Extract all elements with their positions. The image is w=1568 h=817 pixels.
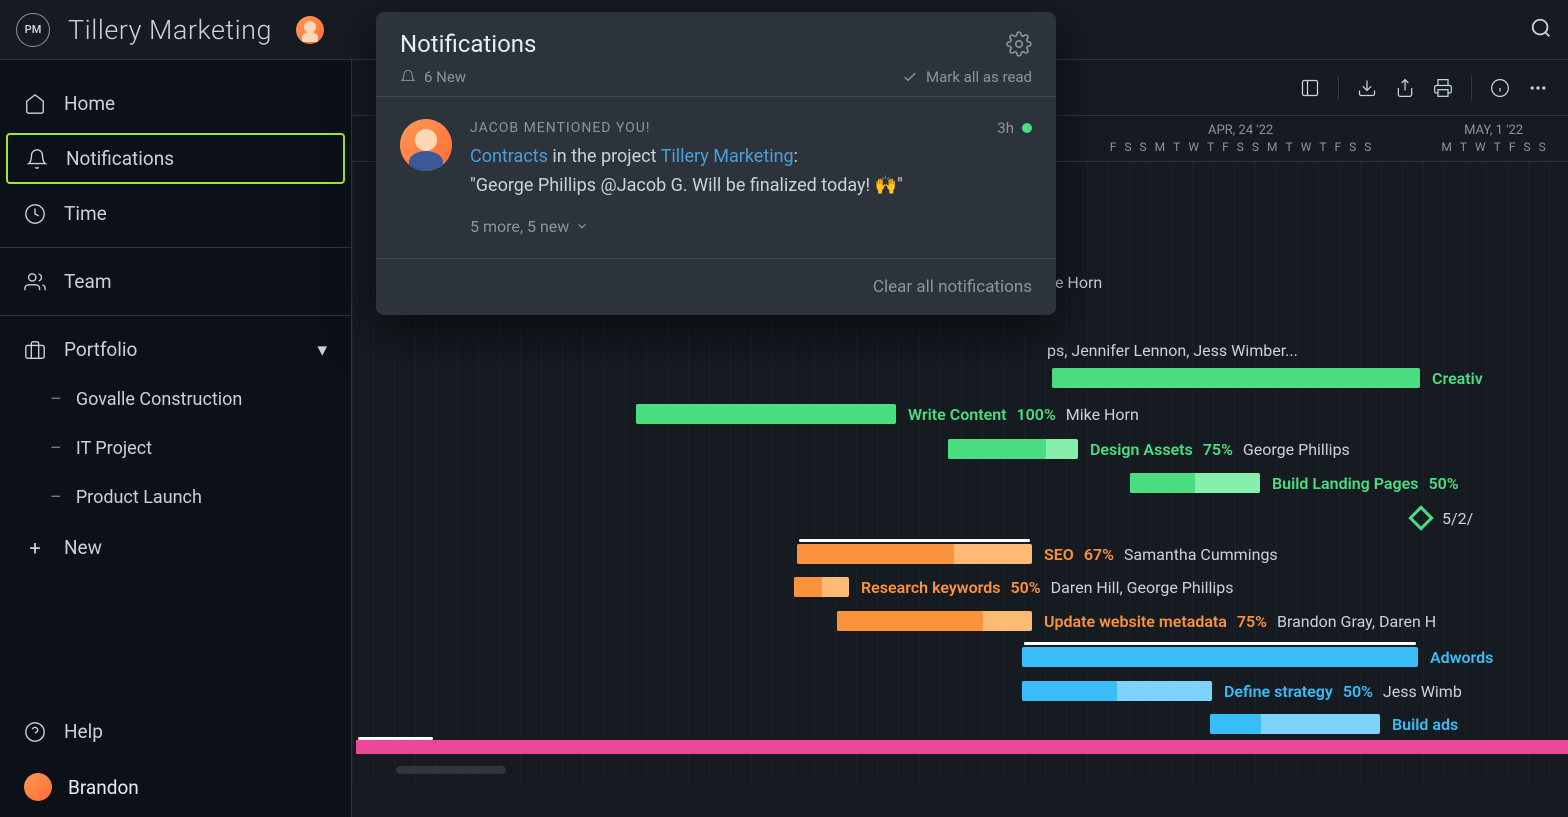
sidebar-item-home[interactable]: Home (0, 78, 351, 129)
layout-icon[interactable] (1300, 78, 1320, 98)
download-icon[interactable] (1357, 78, 1377, 98)
portfolio-child-it[interactable]: – IT Project (0, 424, 351, 473)
milestone-icon[interactable] (1408, 505, 1433, 530)
unread-dot-icon (1022, 123, 1032, 133)
gantt-bar[interactable] (797, 544, 1032, 564)
home-icon (24, 93, 46, 115)
user-avatar (24, 773, 52, 801)
sidebar-label: Team (64, 270, 112, 293)
gantt-bar[interactable] (837, 611, 1032, 631)
child-label: IT Project (76, 438, 152, 459)
child-label: Product Launch (76, 487, 202, 508)
briefcase-icon (24, 339, 46, 361)
day-row: MTWTFSS (1441, 140, 1545, 154)
date-group-may: MAY, 1 '22 MTWTFSS (1419, 116, 1568, 161)
info-icon[interactable] (1490, 78, 1510, 98)
gantt-bar[interactable] (948, 439, 1078, 459)
divider (1338, 76, 1339, 100)
notif-link-project[interactable]: Tillery Marketing (661, 146, 794, 167)
clock-icon (24, 203, 46, 225)
child-label: Govalle Construction (76, 389, 243, 410)
tree-marker: – (50, 438, 62, 459)
sidebar-new-button[interactable]: + New (0, 522, 351, 573)
notifications-title: Notifications (400, 30, 536, 58)
gantt-bar[interactable] (1052, 368, 1420, 388)
gear-icon[interactable] (1006, 31, 1032, 57)
user-name: Brandon (68, 776, 139, 799)
share-icon[interactable] (1395, 78, 1415, 98)
portfolio-label: Portfolio (64, 338, 137, 361)
summary-bar[interactable] (356, 740, 1568, 754)
sidebar-label: Home (64, 92, 115, 115)
gantt-bar[interactable] (794, 577, 849, 597)
notif-message: Contracts in the project Tillery Marketi… (470, 143, 1032, 201)
people-icon (24, 271, 46, 293)
tree-marker: – (50, 487, 62, 508)
help-label: Help (64, 720, 103, 743)
chevron-down-icon: ▾ (317, 338, 327, 361)
search-icon[interactable] (1530, 17, 1552, 39)
plus-icon: + (24, 537, 46, 559)
chevron-down-icon (575, 219, 589, 233)
divider (0, 315, 351, 316)
sidebar-item-portfolio[interactable]: Portfolio ▾ (0, 324, 351, 375)
sidebar-user[interactable]: Brandon (0, 757, 351, 817)
notif-heading: JACOB MENTIONED YOU! (470, 120, 650, 136)
notification-item[interactable]: JACOB MENTIONED YOU! 3h Contracts in the… (376, 96, 1056, 258)
gantt-bar[interactable] (1022, 681, 1212, 701)
divider (1471, 76, 1472, 100)
day-row: FSSMTWTFSSMTWTFSS (1110, 140, 1372, 154)
clear-all-button[interactable]: Clear all notifications (376, 258, 1056, 315)
portfolio-child-product[interactable]: – Product Launch (0, 473, 351, 522)
sidebar-item-notifications[interactable]: Notifications (6, 133, 345, 184)
notif-avatar (400, 119, 452, 171)
app-title: Tillery Marketing (68, 14, 272, 46)
sidebar-label: Time (64, 202, 107, 225)
date-group-apr: APR, 24 '22 FSSMTWTFSSMTWTFSS (1062, 116, 1419, 161)
app-logo[interactable]: PM (16, 13, 50, 47)
more-icon[interactable] (1528, 78, 1548, 98)
sidebar: Home Notifications Time Team Portfolio ▾… (0, 60, 352, 817)
notif-time: 3h (997, 119, 1014, 137)
sidebar-item-team[interactable]: Team (0, 256, 351, 307)
mark-all-read-button[interactable]: Mark all as read (902, 68, 1032, 86)
sidebar-help[interactable]: Help (0, 706, 351, 757)
gantt-bar[interactable] (1210, 714, 1380, 734)
gantt-bar[interactable] (1022, 647, 1418, 667)
user-avatar-header[interactable] (296, 16, 324, 44)
notif-link-contracts[interactable]: Contracts (470, 146, 548, 167)
print-icon[interactable] (1433, 78, 1453, 98)
new-label: New (64, 536, 102, 559)
help-icon (24, 721, 46, 743)
bell-icon (400, 69, 416, 85)
bell-icon (26, 148, 48, 170)
gantt-bar[interactable] (636, 404, 896, 424)
divider (0, 247, 351, 248)
sidebar-item-time[interactable]: Time (0, 188, 351, 239)
tree-marker: – (50, 389, 62, 410)
horizontal-scrollbar[interactable] (396, 766, 506, 774)
sidebar-label: Notifications (66, 147, 174, 170)
notif-count: 6 New (424, 68, 466, 86)
gantt-bar[interactable] (1130, 473, 1260, 493)
portfolio-child-govalle[interactable]: – Govalle Construction (0, 375, 351, 424)
notifications-panel: Notifications 6 New Mark all as read JAC… (376, 12, 1056, 315)
check-icon (902, 69, 918, 85)
notif-expand-button[interactable]: 5 more, 5 new (470, 217, 1032, 236)
